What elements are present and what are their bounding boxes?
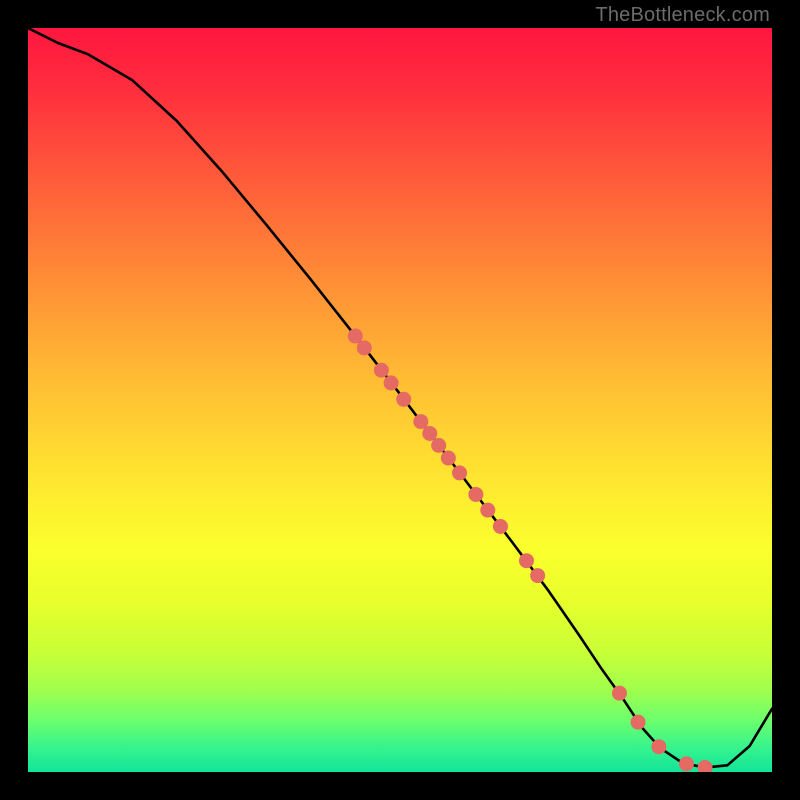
scatter-point bbox=[612, 686, 627, 701]
scatter-point bbox=[452, 465, 467, 480]
chart-svg bbox=[28, 28, 772, 772]
scatter-point bbox=[374, 363, 389, 378]
scatter-point bbox=[357, 340, 372, 355]
scatter-point bbox=[679, 756, 694, 771]
scatter-point bbox=[348, 329, 363, 344]
scatter-point bbox=[422, 426, 437, 441]
scatter-point bbox=[651, 739, 666, 754]
scatter-point bbox=[631, 715, 646, 730]
scatter-point bbox=[530, 568, 545, 583]
scatter-point bbox=[431, 438, 446, 453]
scatter-point bbox=[519, 553, 534, 568]
chart-frame: TheBottleneck.com bbox=[0, 0, 800, 800]
plot-area bbox=[28, 28, 772, 772]
scatter-point bbox=[480, 503, 495, 518]
scatter-point bbox=[413, 414, 428, 429]
scatter-point bbox=[468, 487, 483, 502]
scatter-point bbox=[384, 375, 399, 390]
scatter-point bbox=[396, 392, 411, 407]
scatter-point bbox=[493, 519, 508, 534]
watermark-text: TheBottleneck.com bbox=[595, 4, 770, 27]
scatter-point bbox=[698, 760, 713, 772]
scatter-points bbox=[348, 329, 713, 772]
scatter-point bbox=[441, 451, 456, 466]
